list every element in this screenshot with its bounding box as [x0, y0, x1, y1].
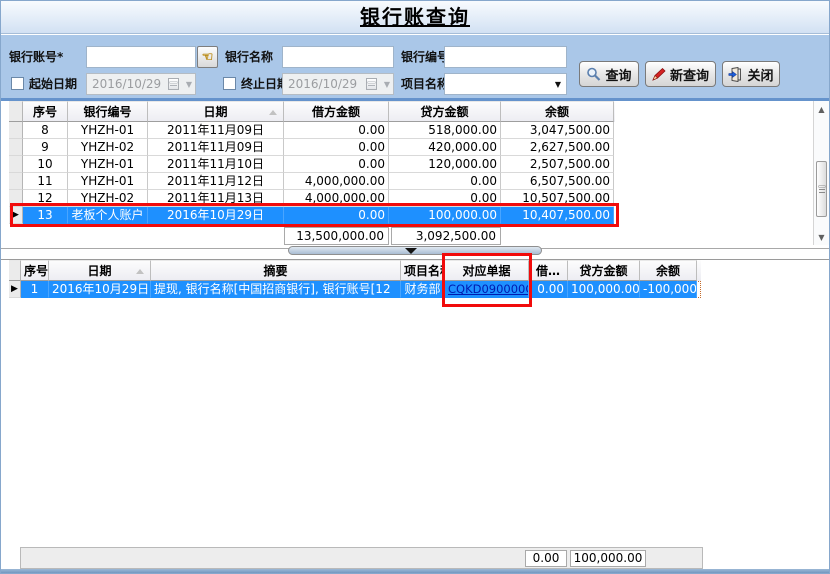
new-query-button[interactable]: 新查询	[645, 61, 716, 87]
end-date-picker[interactable]: 2016/10/29 ▼	[282, 73, 394, 95]
start-date-picker[interactable]: 2016/10/29 ▼	[86, 73, 196, 95]
bank-code-label: 银行编号	[401, 46, 449, 68]
bank-name-label: 银行名称	[225, 46, 273, 68]
col-header-date[interactable]: 日期	[49, 260, 151, 281]
project-name-select[interactable]: ▼	[444, 73, 567, 95]
end-date-checkbox[interactable]	[223, 77, 236, 90]
calendar-icon	[366, 78, 377, 90]
query-form-panel: 银行账号* ☜ 银行名称 银行编号 起始日期 2016/10/29 ▼ 终止日期…	[1, 35, 829, 98]
start-date-label: 起始日期	[29, 73, 77, 95]
window-bottom-edge	[1, 569, 829, 574]
table-row[interactable]: 8 YHZH-01 2011年11月09日 0.00 518,000.00 3,…	[9, 122, 615, 139]
col-header-project[interactable]: 项目名称	[401, 260, 445, 281]
row-selector-header	[9, 260, 21, 281]
bank-account-lookup-button[interactable]: ☜	[197, 46, 218, 68]
project-name-label: 项目名称	[401, 73, 449, 95]
table-row[interactable]: 10 YHZH-01 2011年11月10日 0.00 120,000.00 2…	[9, 156, 615, 173]
start-date-value: 2016/10/29	[92, 77, 161, 91]
table-header-row: 序号 日期 摘要 项目名称 对应单据 借… 贷方金额 余额	[9, 260, 701, 281]
scroll-down-icon[interactable]: ▼	[814, 233, 829, 242]
bank-account-label: 银行账号*	[9, 46, 63, 68]
hand-pointer-icon: ☜	[202, 49, 214, 64]
col-header-debit[interactable]: 借…	[529, 260, 568, 281]
col-header-credit[interactable]: 贷方金额	[568, 260, 640, 281]
col-header-debit[interactable]: 借方金额	[284, 101, 389, 122]
document-link[interactable]: CQKD090000C	[448, 282, 529, 296]
magnifier-icon	[586, 67, 601, 82]
sort-asc-icon	[269, 110, 277, 115]
table-header-row: 序号 银行编号 日期 借方金额 贷方金额 余额	[9, 101, 615, 122]
col-header-document[interactable]: 对应单据	[445, 260, 529, 281]
col-header-balance[interactable]: 余额	[640, 260, 697, 281]
table-row[interactable]: 11 YHZH-01 2011年11月12日 4,000,000.00 0.00…	[9, 173, 615, 190]
bank-account-input[interactable]	[86, 46, 196, 68]
col-header-credit[interactable]: 贷方金额	[389, 101, 501, 122]
bank-code-input[interactable]	[444, 46, 567, 68]
query-button[interactable]: 查询	[579, 61, 639, 87]
row-marker-icon: ▶	[9, 281, 21, 298]
footer-credit-total: 100,000.00	[570, 550, 646, 567]
splitter-collapse-icon[interactable]	[405, 248, 417, 254]
bank-query-window: 银行账查询 银行账号* ☜ 银行名称 银行编号 起始日期 2016/10/29 …	[0, 0, 830, 574]
scroll-up-icon[interactable]: ▲	[814, 105, 829, 114]
bank-summary-grid: 序号 银行编号 日期 借方金额 贷方金额 余额 8 YHZH-01 2011年1…	[9, 101, 615, 224]
pen-icon	[652, 67, 666, 81]
credit-total-box: 3,092,500.00	[391, 227, 501, 245]
footer-totals-bar: 0.00 100,000.00	[20, 547, 703, 569]
table-row[interactable]: 12 YHZH-02 2011年11月13日 4,000,000.00 0.00…	[9, 190, 615, 207]
row-marker-icon: ▶	[9, 207, 23, 224]
vertical-scrollbar[interactable]: ▲ ▼	[813, 101, 829, 245]
bank-name-input[interactable]	[282, 46, 394, 68]
summary-cell: 提现, 银行名称[中国招商银行], 银行账号[12	[151, 281, 401, 298]
calendar-icon	[168, 78, 179, 90]
close-button[interactable]: 关闭	[722, 61, 780, 87]
title-bar: 银行账查询	[1, 1, 829, 34]
chevron-down-icon: ▼	[384, 74, 390, 96]
exit-door-icon	[728, 67, 743, 82]
start-date-checkbox[interactable]	[11, 77, 24, 90]
row-selector-header	[9, 101, 23, 122]
chevron-down-icon: ▼	[186, 74, 192, 96]
scrollbar-thumb[interactable]	[816, 161, 827, 217]
table-row-selected[interactable]: ▶ 1 2016年10月29日 提现, 银行名称[中国招商银行], 银行账号[1…	[9, 281, 701, 298]
col-header-no[interactable]: 序号	[23, 101, 68, 122]
col-header-date[interactable]: 日期	[148, 101, 284, 122]
debit-total-box: 13,500,000.00	[284, 227, 389, 245]
table-row[interactable]: 9 YHZH-02 2011年11月09日 0.00 420,000.00 2,…	[9, 139, 615, 156]
page-title: 银行账查询	[360, 1, 470, 33]
table-row-selected[interactable]: ▶ 13 老板个人账户 2016年10月29日 0.00 100,000.00 …	[9, 207, 615, 224]
document-cell: CQKD090000C	[445, 281, 529, 298]
transaction-detail-grid: 序号 日期 摘要 项目名称 对应单据 借… 贷方金额 余额 ▶ 1 2016年1…	[9, 260, 701, 298]
footer-debit-total: 0.00	[525, 550, 567, 567]
col-header-summary[interactable]: 摘要	[151, 260, 401, 281]
col-header-balance[interactable]: 余额	[501, 101, 614, 122]
sort-asc-icon	[136, 269, 144, 274]
end-date-value: 2016/10/29	[288, 77, 357, 91]
chevron-down-icon: ▼	[555, 74, 561, 96]
col-header-bank-code[interactable]: 银行编号	[68, 101, 148, 122]
col-header-no[interactable]: 序号	[21, 260, 49, 281]
